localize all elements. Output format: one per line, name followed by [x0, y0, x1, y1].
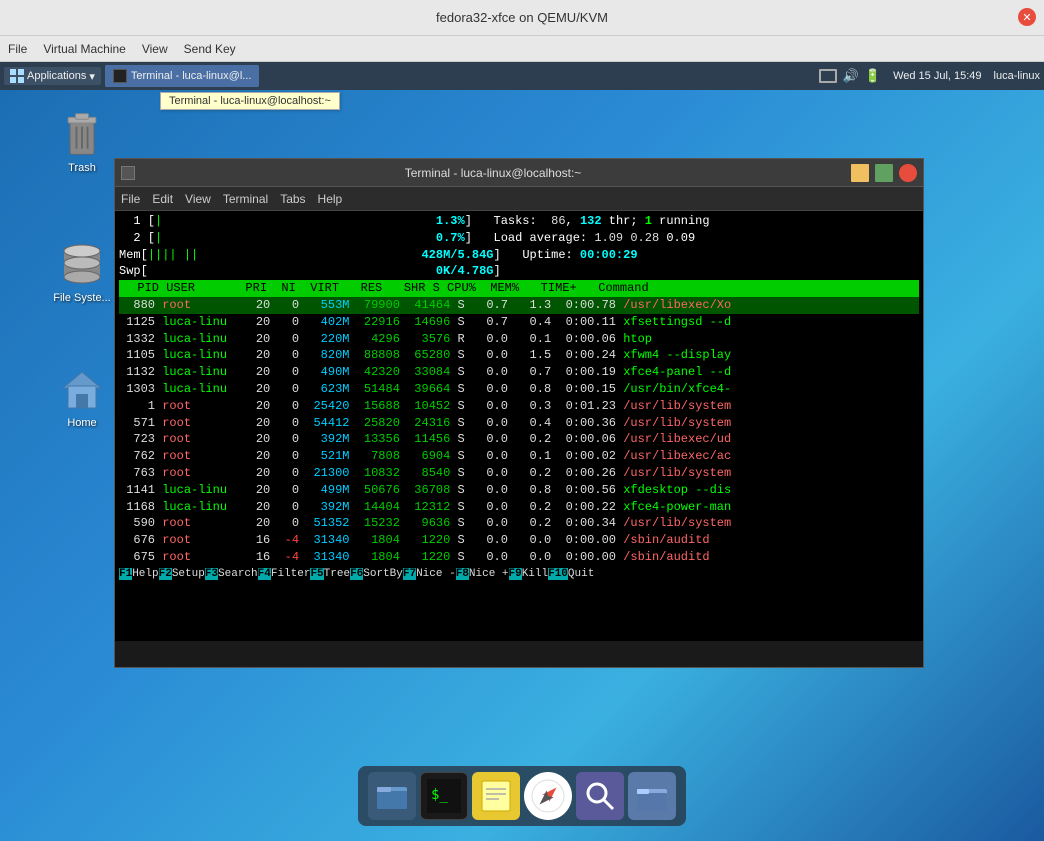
xfce-task-terminal[interactable]: Terminal - luca-linux@l...: [105, 65, 260, 87]
tooltip-text: Terminal - luca-linux@localhost:~: [169, 95, 331, 107]
terminal-menu-help[interactable]: Help: [318, 192, 343, 206]
terminal-content[interactable]: 1 [| 1.3%] Tasks: 86, 132 thr; 1 running…: [115, 211, 923, 641]
applications-label: Applications: [27, 70, 86, 82]
htop-mem-line: Mem[|||| || 428M/5.84G] Uptime: 00:00:29: [119, 247, 919, 264]
htop-table-header: PID USER PRI NI VIRT RES SHR S CPU% MEM%…: [119, 280, 919, 297]
trash-label: Trash: [47, 162, 117, 174]
filesystem-label: File Syste...: [47, 292, 117, 304]
table-row: 676 root 16 -4 31340 1804 1220 S 0.0 0.0…: [119, 532, 919, 549]
qemu-menubar: File Virtual Machine View Send Key: [0, 36, 1044, 62]
trash-desktop-icon[interactable]: Trash: [47, 110, 117, 174]
htop-process-list: 880 root 20 0 553M 79900 41464 S 0.7 1.3…: [119, 297, 919, 566]
terminal-tooltip: Terminal - luca-linux@localhost:~: [160, 92, 340, 110]
home-icon: [58, 365, 106, 413]
qemu-menu-vm[interactable]: Virtual Machine: [43, 42, 126, 56]
bottom-dock: $_: [358, 766, 686, 826]
table-row: 1141 luca-linu 20 0 499M 50676 36708 S 0…: [119, 482, 919, 499]
terminal-task-label: Terminal - luca-linux@l...: [131, 70, 252, 82]
home-icon-svg: [61, 368, 103, 410]
table-row: 1105 luca-linu 20 0 820M 88808 65280 S 0…: [119, 347, 919, 364]
qemu-close-button[interactable]: ✕: [1018, 8, 1036, 26]
home-label: Home: [47, 417, 117, 429]
trash-icon: [58, 110, 106, 158]
trash-icon-svg: [61, 110, 103, 158]
terminal-menubar: File Edit View Terminal Tabs Help: [115, 187, 923, 211]
terminal-menu-terminal[interactable]: Terminal: [223, 192, 268, 206]
xfce-taskbar: Applications ▾ Terminal - luca-linux@l..…: [0, 62, 1044, 90]
qemu-menu-view[interactable]: View: [142, 42, 168, 56]
table-row: 1303 luca-linu 20 0 623M 51484 39664 S 0…: [119, 381, 919, 398]
notes-dock-icon: [479, 779, 513, 813]
table-row: 1332 luca-linu 20 0 220M 4296 3576 R 0.0…: [119, 331, 919, 348]
htop-footer: F1HelpF2SetupF3SearchF4FilterF5TreeF6Sor…: [119, 566, 919, 584]
table-row: 1125 luca-linu 20 0 402M 22916 14696 S 0…: [119, 314, 919, 331]
dock-terminal[interactable]: $_: [420, 772, 468, 820]
home-desktop-icon[interactable]: Home: [47, 365, 117, 429]
terminal-menu-file[interactable]: File: [121, 192, 140, 206]
terminal-close-button[interactable]: [899, 164, 917, 182]
files-dock-icon: [635, 779, 669, 813]
filesystem-icon-svg: [61, 243, 103, 285]
table-row: 880 root 20 0 553M 79900 41464 S 0.7 1.3…: [119, 297, 919, 314]
applications-arrow: ▾: [89, 70, 95, 83]
filesystem-icon: [58, 240, 106, 288]
htop-cpu2-line: 2 [| 0.7%] Load average: 1.09 0.28 0.09: [119, 230, 919, 247]
terminal-menu-tabs[interactable]: Tabs: [280, 192, 305, 206]
terminal-small-icon: [121, 166, 135, 180]
table-row: 590 root 20 0 51352 15232 9636 S 0.0 0.2…: [119, 515, 919, 532]
terminal-maximize-button[interactable]: [875, 164, 893, 182]
xfce-clock: Wed 15 Jul, 15:49: [887, 70, 987, 82]
search-dock-icon: [583, 779, 617, 813]
browser-dock-icon: [531, 779, 565, 813]
qemu-title: fedora32-xfce on QEMU/KVM: [436, 10, 608, 25]
terminal-task-icon: [113, 69, 127, 83]
dock-search[interactable]: [576, 772, 624, 820]
terminal-title: Terminal - luca-linux@localhost:~: [139, 166, 847, 180]
terminal-menu-view[interactable]: View: [185, 192, 211, 206]
filesystem-desktop-icon[interactable]: File Syste...: [47, 240, 117, 304]
file-manager-icon: [375, 779, 409, 813]
volume-icon: 🔊: [843, 68, 859, 84]
power-icon: 🔋: [865, 68, 881, 84]
table-row: 763 root 20 0 21300 10832 8540 S 0.0 0.2…: [119, 465, 919, 482]
xfce-username: luca-linux: [994, 70, 1040, 82]
qemu-menu-sendkey[interactable]: Send Key: [184, 42, 236, 56]
htop-cpu1-line: 1 [| 1.3%] Tasks: 86, 132 thr; 1 running: [119, 213, 919, 230]
table-row: 675 root 16 -4 31340 1804 1220 S 0.0 0.0…: [119, 549, 919, 566]
dock-files[interactable]: [628, 772, 676, 820]
htop-swp-line: Swp[ 0K/4.78G]: [119, 263, 919, 280]
table-row: 1 root 20 0 25420 15688 10452 S 0.0 0.3 …: [119, 398, 919, 415]
dock-notes[interactable]: [472, 772, 520, 820]
htop-footer-bar[interactable]: F1HelpF2SetupF3SearchF4FilterF5TreeF6Sor…: [119, 566, 919, 584]
table-row: 1168 luca-linu 20 0 392M 14404 12312 S 0…: [119, 499, 919, 516]
dock-safari[interactable]: [524, 772, 572, 820]
table-row: 762 root 20 0 521M 7808 6904 S 0.0 0.1 0…: [119, 448, 919, 465]
qemu-menu-file[interactable]: File: [8, 42, 27, 56]
qemu-titlebar: fedora32-xfce on QEMU/KVM ✕: [0, 0, 1044, 36]
terminal-dock-icon: $_: [427, 779, 461, 813]
table-row: 723 root 20 0 392M 13356 11456 S 0.0 0.2…: [119, 431, 919, 448]
xfce-applications-menu[interactable]: Applications ▾: [4, 67, 101, 85]
terminal-titlebar: Terminal - luca-linux@localhost:~: [115, 159, 923, 187]
terminal-minimize-button[interactable]: [851, 164, 869, 182]
applications-icon: [10, 69, 24, 83]
dock-file-manager[interactable]: [368, 772, 416, 820]
xfce-systray: 🔊 🔋 Wed 15 Jul, 15:49 luca-linux: [819, 68, 1040, 84]
table-row: 571 root 20 0 54412 25820 24316 S 0.0 0.…: [119, 415, 919, 432]
terminal-window: Terminal - luca-linux@localhost:~ File E…: [114, 158, 924, 668]
svg-text:$_: $_: [431, 787, 448, 803]
terminal-menu-edit[interactable]: Edit: [152, 192, 173, 206]
table-row: 1132 luca-linu 20 0 490M 42320 33084 S 0…: [119, 364, 919, 381]
monitor-icon: [819, 69, 837, 83]
